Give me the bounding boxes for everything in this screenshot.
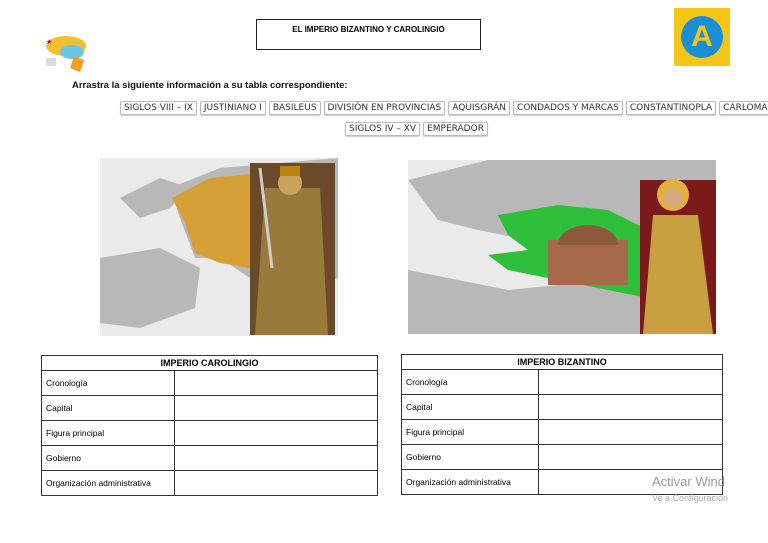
drag-chip[interactable]: SIGLOS VIII – IX bbox=[120, 101, 197, 115]
carolingian-empire-map bbox=[100, 158, 338, 336]
carolingian-table: IMPERIO CAROLINGIO Cronología Capital Fi… bbox=[41, 355, 378, 496]
drag-chip[interactable]: JUSTINIANO I bbox=[199, 101, 266, 115]
drop-cell[interactable] bbox=[174, 420, 378, 446]
row-label: Cronología bbox=[401, 369, 539, 395]
table-row: Capital bbox=[401, 394, 723, 420]
row-label: Organización administrativa bbox=[41, 470, 175, 496]
row-label: Figura principal bbox=[401, 419, 539, 445]
table-title: IMPERIO BIZANTINO bbox=[401, 354, 723, 370]
drag-chip[interactable]: BASILEUS bbox=[268, 101, 321, 115]
row-label: Gobierno bbox=[41, 445, 175, 471]
drop-cell[interactable] bbox=[174, 470, 378, 496]
activation-watermark: Activar Wind Ve a Configuración bbox=[652, 473, 728, 507]
row-label: Organización administrativa bbox=[401, 469, 539, 495]
drag-chip[interactable]: SIGLOS IV – XV bbox=[345, 122, 421, 136]
table-row: Organización administrativa bbox=[41, 470, 378, 496]
watermark-line2: Ve a Configuración bbox=[652, 493, 729, 503]
logo-letter: A bbox=[681, 16, 723, 58]
drop-cell[interactable] bbox=[538, 419, 723, 445]
drop-cell[interactable] bbox=[174, 445, 378, 471]
table-row: Cronología bbox=[401, 369, 723, 395]
table-title: IMPERIO CAROLINGIO bbox=[41, 355, 378, 371]
drop-cell[interactable] bbox=[538, 394, 723, 420]
instruction-text: Arrastra la siguiente información a su t… bbox=[72, 80, 348, 91]
byzantine-empire-map bbox=[408, 160, 716, 334]
table-row: Capital bbox=[41, 395, 378, 421]
row-label: Capital bbox=[401, 394, 539, 420]
drop-cell[interactable] bbox=[174, 370, 378, 396]
drag-chips-row-2: SIGLOS IV – XV EMPERADOR bbox=[345, 122, 488, 136]
row-label: Cronología bbox=[41, 370, 175, 396]
row-label: Gobierno bbox=[401, 444, 539, 470]
drop-cell[interactable] bbox=[174, 395, 378, 421]
table-row: Cronología bbox=[41, 370, 378, 396]
drag-chip[interactable]: DIVISIÓN EN PROVINCIAS bbox=[323, 101, 446, 115]
drag-chip[interactable]: CONSTANTINOPLA bbox=[625, 101, 717, 115]
drag-chip[interactable]: AQUISGRÁN bbox=[448, 101, 511, 115]
row-label: Capital bbox=[41, 395, 175, 421]
institution-logo: A bbox=[674, 8, 730, 66]
drag-chip[interactable]: EMPERADOR bbox=[423, 122, 488, 136]
table-row: Gobierno bbox=[401, 444, 723, 470]
table-row: Gobierno bbox=[41, 445, 378, 471]
page-title: EL IMPERIO BIZANTINO Y CAROLINGIO bbox=[256, 19, 481, 50]
row-label: Figura principal bbox=[41, 420, 175, 446]
table-row: Figura principal bbox=[401, 419, 723, 445]
watermark-line1: Activar Wind bbox=[652, 474, 725, 489]
drop-cell[interactable] bbox=[538, 444, 723, 470]
svg-text:★: ★ bbox=[46, 38, 52, 46]
school-logo: ★ bbox=[36, 24, 92, 74]
drag-chip[interactable]: CARLOMAGNO bbox=[719, 101, 768, 115]
drag-chips-row-1: SIGLOS VIII – IX JUSTINIANO I BASILEUS D… bbox=[120, 101, 768, 115]
drag-chip[interactable]: CONDADOS Y MARCAS bbox=[513, 101, 623, 115]
drop-cell[interactable] bbox=[538, 369, 723, 395]
table-row: Figura principal bbox=[41, 420, 378, 446]
